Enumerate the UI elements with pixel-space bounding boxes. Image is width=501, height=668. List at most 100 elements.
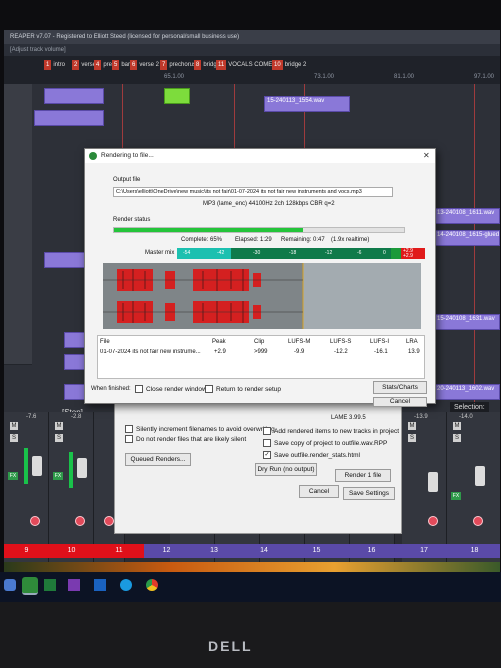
volume-fader[interactable]: [475, 466, 485, 486]
marker-bridge-2[interactable]: 10 bridge 2: [272, 60, 306, 70]
track-number[interactable]: 11: [94, 544, 144, 558]
stat-lufs-i: -16.1: [374, 349, 388, 355]
meter-tick: -30: [253, 250, 261, 256]
meter-tick: -54: [183, 250, 191, 256]
media-item[interactable]: [44, 88, 104, 104]
render-settings-dialog: LAME 3.99.5 Silently increment filenames…: [114, 386, 402, 534]
track-number[interactable]: 15: [289, 544, 344, 558]
mixer-strip[interactable]: M S FX -7.6: [4, 412, 49, 562]
record-arm-button[interactable]: [473, 516, 483, 526]
track-header[interactable]: [4, 164, 32, 205]
mixer-strip[interactable]: M S FX -14.0: [447, 412, 500, 562]
col-header-lra: LRA: [406, 339, 418, 345]
marker-intro[interactable]: 1 intro: [44, 60, 65, 70]
master-level-meter: -54 -42 -30 -18 -12 -6 0 +2.9 +2.9: [177, 248, 425, 259]
marker-prechorus[interactable]: 7 prechorus: [160, 60, 196, 70]
record-arm-button[interactable]: [30, 516, 40, 526]
solo-button[interactable]: S: [55, 434, 63, 442]
edge-icon[interactable]: [120, 579, 132, 591]
render-cancel-button[interactable]: Cancel: [373, 397, 427, 407]
complete-percent: Complete: 65%: [181, 237, 223, 243]
record-arm-button[interactable]: [428, 516, 438, 526]
save-render-stats-checkbox[interactable]: ✓ Save outfile.render_stats.html: [263, 451, 360, 460]
track-number[interactable]: 18: [449, 544, 500, 558]
taskbar-app-icon[interactable]: [4, 579, 16, 591]
marker-verse-2[interactable]: 6 verse 2: [130, 60, 159, 70]
track-number[interactable]: 13: [189, 544, 239, 558]
skip-silent-checkbox[interactable]: Do not render files that are likely sile…: [125, 435, 246, 444]
media-item[interactable]: 15-240108_1631.wav: [434, 314, 500, 330]
track-number[interactable]: 10: [49, 544, 94, 558]
stat-file: 01-07-2024 its not fair new instrume...: [100, 349, 201, 355]
dry-run-button[interactable]: Dry Run (no output): [255, 463, 317, 476]
solo-button[interactable]: S: [10, 434, 18, 442]
output-file-label: Output file: [113, 177, 141, 183]
volume-fader[interactable]: [77, 458, 87, 478]
solo-button[interactable]: S: [408, 434, 416, 442]
render-file-button[interactable]: Render 1 file: [335, 469, 391, 482]
track-header[interactable]: [4, 284, 32, 325]
realtime-speed: (1.9x realtime): [331, 237, 370, 243]
marker-pre[interactable]: 4 pre: [94, 60, 112, 70]
track-number[interactable]: 12: [144, 544, 189, 558]
marker-bar[interactable]: 5 bar: [112, 60, 130, 70]
timeline-ruler[interactable]: 1 intro 2 verse 1 4 pre 5 bar 6 verse 2 7 prec…: [4, 56, 500, 84]
fx-button[interactable]: FX: [8, 472, 18, 480]
add-rendered-items-checkbox[interactable]: Add rendered items to new tracks in proj…: [263, 427, 399, 436]
reaper-window: REAPER v7.07 - Registered to Elliott Ste…: [4, 30, 500, 602]
media-item[interactable]: [164, 88, 190, 104]
reaper-taskbar-icon[interactable]: [22, 577, 38, 595]
marker-vocals-come-in[interactable]: 11 VOCALS COME IN: [216, 60, 280, 70]
mute-button[interactable]: M: [408, 422, 416, 430]
onenote-icon[interactable]: [68, 579, 80, 591]
mute-button[interactable]: M: [10, 422, 18, 430]
track-number[interactable]: 17: [399, 544, 449, 558]
meter-tick: -6: [357, 250, 362, 256]
save-project-copy-checkbox[interactable]: Save copy of project to outfile.wav.RPP: [263, 439, 387, 448]
close-icon[interactable]: ✕: [423, 151, 430, 160]
fx-button[interactable]: FX: [451, 492, 461, 500]
media-item[interactable]: 13-240108_1611.wav: [434, 208, 500, 224]
volume-fader[interactable]: [32, 456, 42, 476]
mixer-strip[interactable]: M S -13.9: [402, 412, 447, 562]
track-header[interactable]: [4, 124, 32, 165]
chrome-icon[interactable]: [146, 579, 158, 591]
remaining-time: Remaining: 0:47: [281, 237, 325, 243]
meter-tick: -12: [325, 250, 333, 256]
level-meter: [69, 452, 73, 488]
media-item[interactable]: 15-240113_1554.wav: [264, 96, 350, 112]
mute-button[interactable]: M: [55, 422, 63, 430]
close-render-windows-checkbox[interactable]: Close render windows: [135, 385, 210, 394]
track-header[interactable]: [4, 244, 32, 285]
outlook-icon[interactable]: [94, 579, 106, 591]
return-to-setup-checkbox[interactable]: Return to render setup: [205, 385, 281, 394]
solo-button[interactable]: S: [453, 434, 461, 442]
monitor-bottom-bezel: DELL: [0, 602, 501, 668]
rendering-dialog: Rendering to file... ✕ Output file C:\Us…: [84, 148, 436, 407]
mixer-strip[interactable]: M S FX -2.8: [49, 412, 94, 562]
fx-button[interactable]: FX: [53, 472, 63, 480]
silently-increment-checkbox[interactable]: Silently increment filenames to avoid ov…: [125, 425, 275, 434]
track-number[interactable]: 16: [344, 544, 399, 558]
volume-fader[interactable]: [428, 472, 438, 492]
queued-renders-button[interactable]: Queued Renders...: [125, 453, 191, 466]
media-item[interactable]: 20-240113_1602.wav: [434, 384, 500, 400]
track-number[interactable]: 9: [4, 544, 49, 558]
record-arm-button[interactable]: [75, 516, 85, 526]
track-header[interactable]: [4, 84, 32, 125]
record-arm-button[interactable]: [104, 516, 114, 526]
media-item[interactable]: 14-240108_1615-glued: [434, 230, 500, 246]
save-settings-button[interactable]: Save Settings: [343, 487, 395, 500]
track-header[interactable]: [4, 324, 32, 365]
meter-tick: -42: [217, 250, 225, 256]
excel-icon[interactable]: [44, 579, 56, 591]
media-item[interactable]: [34, 110, 104, 126]
settings-cancel-button[interactable]: Cancel: [299, 485, 339, 498]
windows-taskbar: [0, 572, 501, 602]
track-header[interactable]: [4, 204, 32, 245]
output-path-field[interactable]: C:\Users\elliott\OneDrive\new music\its …: [113, 187, 393, 197]
stats-charts-button[interactable]: Stats/Charts: [373, 381, 427, 394]
track-number[interactable]: 14: [239, 544, 289, 558]
mute-button[interactable]: M: [453, 422, 461, 430]
render-progress-bar: [113, 227, 405, 233]
